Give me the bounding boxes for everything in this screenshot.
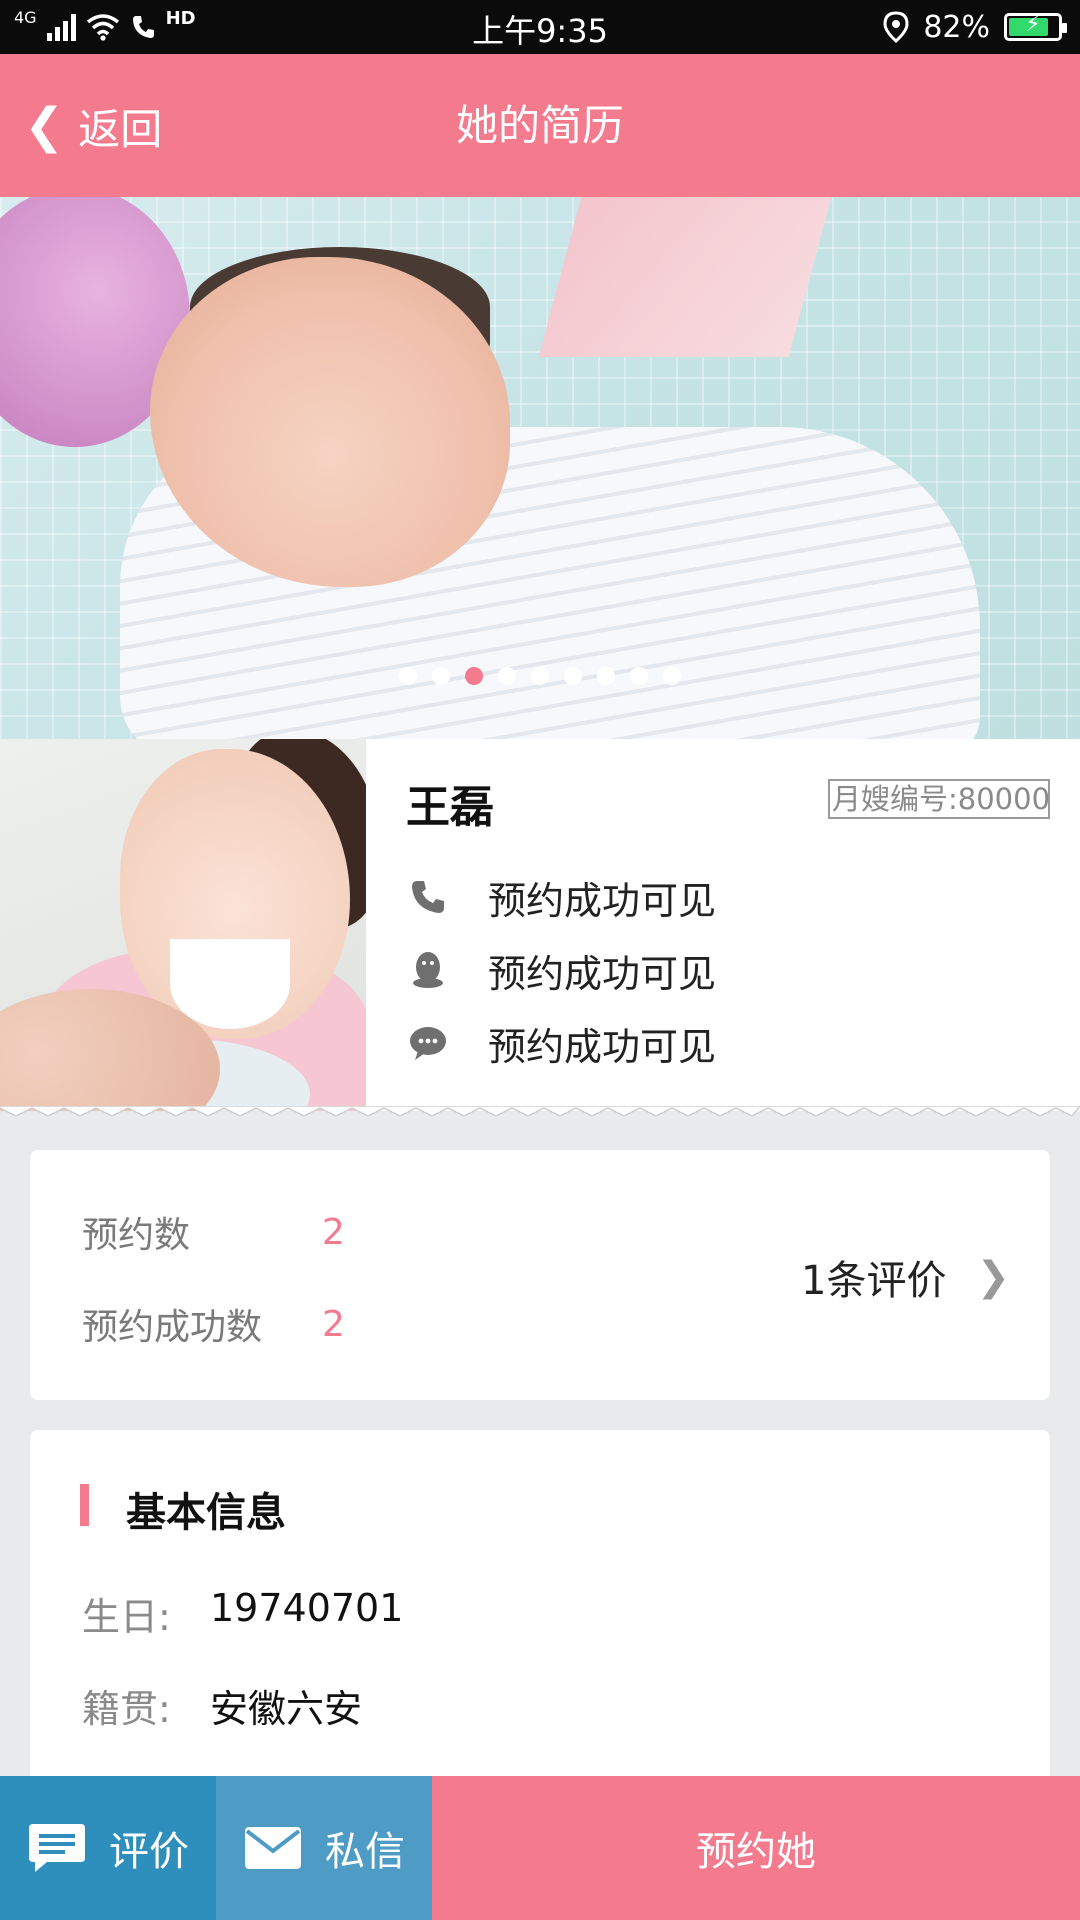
- contact-qq: 预约成功可见: [406, 940, 716, 1000]
- review-button[interactable]: 评价: [0, 1776, 216, 1920]
- app-header: ❮ 返回 她的简历: [0, 54, 1080, 197]
- wechat-icon: [406, 1021, 450, 1065]
- profile-card: 王磊 月嫂编号:80000l 预约成功可见 预约成功可见 预约成功可见: [0, 739, 1080, 1111]
- carousel-dot[interactable]: [597, 667, 615, 685]
- carousel-indicator: [0, 667, 1080, 685]
- hometown-row: 籍贯: 安徽六安: [82, 1687, 363, 1731]
- photo-carousel[interactable]: [0, 197, 1080, 739]
- status-bar: 4G HD 上午9:35 82% ⚡: [0, 0, 1080, 54]
- contact-phone: 预约成功可见: [406, 867, 716, 927]
- review-label: 评价: [109, 1829, 189, 1875]
- battery-icon: ⚡: [1004, 12, 1067, 41]
- carousel-dot[interactable]: [630, 667, 648, 685]
- carousel-dot[interactable]: [564, 667, 582, 685]
- reviews-count-label: 1条评价: [801, 1258, 947, 1304]
- page-title: 她的简历: [455, 101, 624, 150]
- nanny-id-badge: 月嫂编号:80000l: [828, 779, 1050, 819]
- avatar[interactable]: [0, 739, 366, 1111]
- comment-icon: [29, 1824, 85, 1872]
- phone-icon: [406, 875, 450, 919]
- battery-percent: 82%: [923, 9, 990, 45]
- message-button[interactable]: 私信: [216, 1776, 432, 1920]
- section-accent-bar: [80, 1484, 89, 1526]
- qq-icon: [406, 948, 450, 992]
- chevron-right-icon: ❯: [976, 1254, 1010, 1300]
- carousel-dot[interactable]: [432, 667, 450, 685]
- reviews-link[interactable]: 1条评价 ❯: [801, 1248, 1010, 1306]
- mail-icon: [245, 1827, 301, 1869]
- bookings-stat: 预约数 2: [82, 1211, 345, 1257]
- wave-divider: [0, 1106, 1080, 1117]
- birthday-row: 生日: 19740701: [82, 1586, 404, 1639]
- book-button[interactable]: 预约她: [432, 1776, 1080, 1920]
- contact-wechat: 预约成功可见: [406, 1013, 716, 1073]
- book-label: 预约她: [696, 1829, 816, 1875]
- bookings-count: 2: [322, 1211, 345, 1253]
- bottom-action-bar: 评价 私信 预约她: [0, 1776, 1080, 1920]
- carousel-dot[interactable]: [531, 667, 549, 685]
- section-title: 基本信息: [126, 1490, 286, 1536]
- nanny-name: 王磊: [406, 782, 494, 833]
- message-label: 私信: [325, 1829, 405, 1875]
- success-count: 2: [322, 1303, 345, 1345]
- carousel-dot[interactable]: [465, 667, 483, 685]
- stats-card: 预约数 2 预约成功数 2 1条评价 ❯: [30, 1150, 1050, 1400]
- carousel-dot[interactable]: [663, 667, 681, 685]
- carousel-dot[interactable]: [498, 667, 516, 685]
- success-stat: 预约成功数 2: [82, 1303, 345, 1349]
- location-icon: [883, 11, 909, 43]
- carousel-dot[interactable]: [399, 667, 417, 685]
